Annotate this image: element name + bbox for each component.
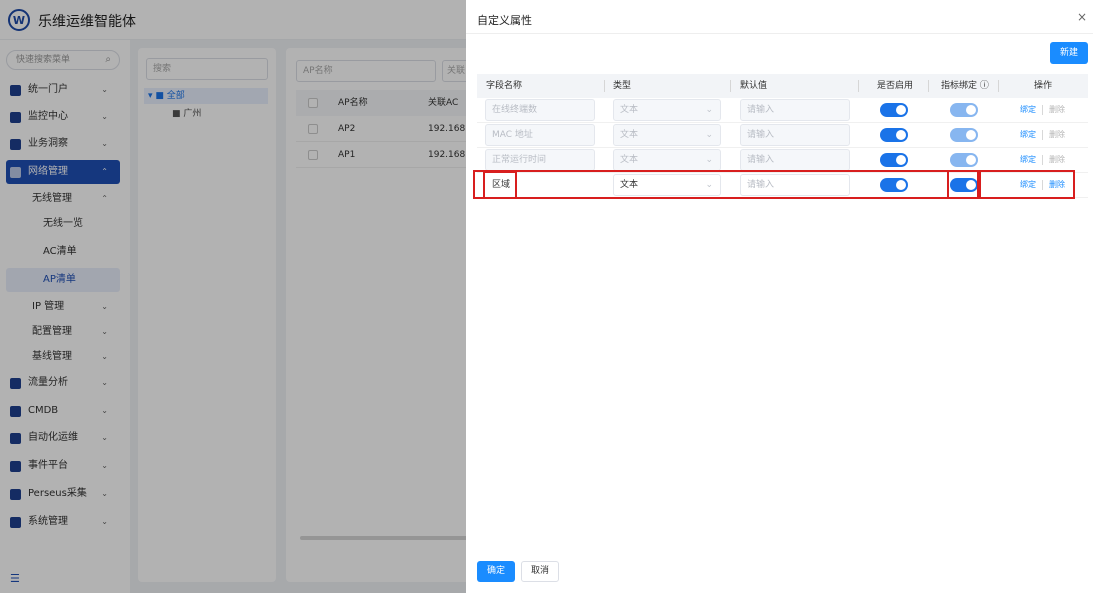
new-attribute-button[interactable]: 新建 [1050, 42, 1088, 64]
header-separator [998, 80, 999, 92]
metric-bind-toggle [950, 128, 978, 142]
action-separator [1042, 180, 1043, 190]
type-select[interactable]: 文本 ⌄ [613, 174, 721, 196]
header-separator [858, 80, 859, 92]
cancel-button[interactable]: 取消 [521, 561, 559, 582]
enabled-toggle[interactable] [880, 178, 908, 192]
bind-link[interactable]: 绑定 [1020, 129, 1036, 140]
table-header [477, 74, 1088, 98]
type-select: 文本 ⌄ [613, 99, 721, 121]
action-separator [1042, 105, 1043, 115]
header-enabled: 是否启用 [877, 81, 914, 91]
header-default-value: 默认值 [740, 81, 768, 91]
delete-link[interactable]: 删除 [1049, 179, 1065, 190]
header-metric-bind: 指标绑定 ⓘ [941, 81, 989, 91]
action-separator [1042, 130, 1043, 140]
default-value-input: 请输入 [740, 99, 850, 121]
confirm-button[interactable]: 确定 [477, 561, 515, 582]
enabled-toggle[interactable] [880, 153, 908, 167]
header-separator [928, 80, 929, 92]
header-type: 类型 [613, 81, 632, 91]
delete-link: 删除 [1049, 155, 1065, 164]
delete-link: 删除 [1049, 130, 1065, 139]
delete-link: 删除 [1049, 105, 1065, 114]
type-select: 文本 ⌄ [613, 149, 721, 171]
drawer-title: 自定义属性 [477, 14, 532, 27]
bind-link[interactable]: 绑定 [1020, 179, 1036, 190]
chevron-down-icon: ⌄ [705, 180, 713, 190]
info-icon[interactable]: ⓘ [980, 81, 989, 91]
chevron-down-icon: ⌄ [705, 105, 713, 115]
bind-link[interactable]: 绑定 [1020, 104, 1036, 115]
custom-attributes-drawer: 自定义属性 × 新建 字段名称 类型 默认值 是否启用 指标绑定 ⓘ 操作 在线… [466, 0, 1093, 593]
header-separator [730, 80, 731, 92]
modal-mask[interactable] [0, 0, 466, 593]
field-name-input: 在线终端数 [485, 99, 595, 121]
metric-bind-toggle [950, 153, 978, 167]
chevron-down-icon: ⌄ [705, 155, 713, 165]
bind-link[interactable]: 绑定 [1020, 154, 1036, 165]
header-separator [604, 80, 605, 92]
divider [466, 33, 1093, 34]
field-name-input: 正常运行时间 [485, 149, 595, 171]
header-actions: 操作 [1034, 81, 1053, 91]
metric-bind-toggle [950, 103, 978, 117]
enabled-toggle[interactable] [880, 103, 908, 117]
chevron-down-icon: ⌄ [705, 130, 713, 140]
default-value-input[interactable]: 请输入 [740, 174, 850, 196]
type-select: 文本 ⌄ [613, 124, 721, 146]
action-separator [1042, 155, 1043, 165]
close-icon[interactable]: × [1077, 10, 1087, 24]
header-field-name: 字段名称 [486, 81, 523, 91]
enabled-toggle[interactable] [880, 128, 908, 142]
field-name-input[interactable]: 区域 [485, 174, 595, 196]
default-value-input: 请输入 [740, 149, 850, 171]
default-value-input: 请输入 [740, 124, 850, 146]
metric-bind-toggle[interactable] [950, 178, 978, 192]
field-name-input: MAC 地址 [485, 124, 595, 146]
